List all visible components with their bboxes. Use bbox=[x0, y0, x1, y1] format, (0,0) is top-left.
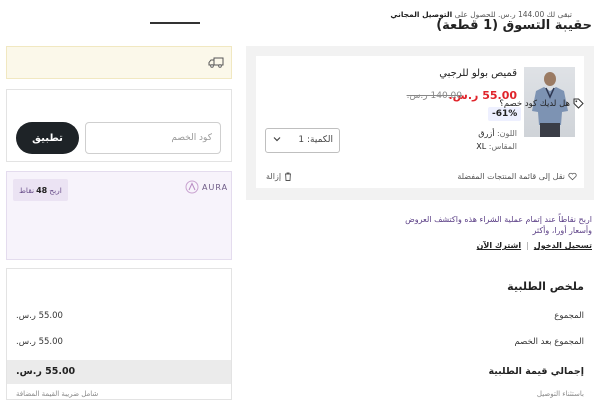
original-price: 140.00 ر.س. bbox=[406, 91, 462, 101]
page-title: حقيبة التسوق (1 قطعة) bbox=[436, 18, 592, 33]
order-total-label: إجمالي قيمة الطلبية bbox=[488, 366, 584, 377]
aura-logo-icon bbox=[185, 180, 199, 194]
coupon-question-text: هل لديك كود خصم؟ bbox=[499, 98, 570, 109]
free-delivery-label: التوصيل المجاني bbox=[390, 10, 453, 19]
free-shipping-text: تبقى لك 144.00 ر.س. للحصول على التوصيل ا… bbox=[390, 10, 572, 19]
points-prefix: اربح bbox=[49, 185, 62, 195]
coupon-code-input[interactable] bbox=[85, 122, 221, 154]
truck-icon bbox=[208, 57, 224, 68]
quantity-display: الكمية: 1 bbox=[298, 135, 333, 145]
color-label: اللون: bbox=[496, 129, 517, 138]
color-spec: اللون: أزرق bbox=[478, 129, 517, 138]
quantity-label: الكمية: bbox=[307, 135, 333, 145]
aura-links: تسجيل الدخول | اشترك الآن bbox=[477, 241, 592, 250]
product-name[interactable]: قميص بولو للرجبي bbox=[439, 68, 517, 79]
free-shipping-banner bbox=[6, 46, 232, 79]
remove-label: إزالة bbox=[266, 172, 282, 181]
trash-icon bbox=[285, 172, 292, 181]
move-to-wishlist-link[interactable]: نقل إلى قائمة المنتجات المفضلة bbox=[457, 172, 577, 181]
points-suffix: نقاط bbox=[19, 185, 35, 195]
after-discount-label: المجموع بعد الخصم bbox=[514, 337, 584, 347]
shipping-progress-bar bbox=[150, 22, 200, 24]
aura-login-link[interactable]: تسجيل الدخول bbox=[534, 241, 592, 250]
color-value: أزرق bbox=[478, 129, 495, 138]
quantity-select[interactable]: الكمية: 1 bbox=[265, 128, 340, 153]
shipping-excluded-note: باستثناء التوصيل bbox=[536, 390, 584, 398]
aura-logo-text: AURA bbox=[202, 182, 229, 192]
quantity-value: 1 bbox=[298, 135, 305, 145]
link-separator: | bbox=[526, 241, 529, 250]
aura-points-badge: اربح 48 نقاط bbox=[13, 179, 68, 201]
chevron-down-icon bbox=[273, 137, 281, 142]
size-value: XL bbox=[476, 142, 487, 151]
order-summary-title: ملخص الطلبية bbox=[507, 280, 584, 293]
size-spec: المقاس: XL bbox=[476, 142, 517, 151]
subtotal-label: المجموع bbox=[554, 311, 584, 321]
heart-icon bbox=[568, 172, 577, 181]
after-discount-value: 55.00 ر.س. bbox=[16, 337, 63, 347]
aura-description: اربح نقاطاً عند إتمام عملية الشراء هذه و… bbox=[405, 215, 592, 235]
shipping-remaining: تبقى لك 144.00 ر.س. للحصول على bbox=[454, 10, 572, 19]
size-label: المقاس: bbox=[488, 142, 517, 151]
remove-item-link[interactable]: إزالة bbox=[266, 172, 292, 181]
aura-signup-link[interactable]: اشترك الآن bbox=[477, 241, 522, 250]
vat-included-note: شامل ضريبة القيمة المضافة bbox=[16, 390, 99, 398]
apply-coupon-button[interactable]: تطبيق bbox=[16, 122, 79, 154]
coupon-question: هل لديك كود خصم؟ bbox=[499, 98, 584, 109]
tag-icon bbox=[573, 98, 584, 109]
wishlist-label: نقل إلى قائمة المنتجات المفضلة bbox=[457, 172, 565, 181]
points-value: 48 bbox=[36, 185, 48, 195]
subtotal-value: 55.00 ر.س. bbox=[16, 311, 63, 321]
discount-badge: -61% bbox=[488, 107, 522, 121]
aura-logo: AURA bbox=[185, 180, 228, 194]
order-total-value: 55.00 ر.س. bbox=[16, 366, 76, 377]
